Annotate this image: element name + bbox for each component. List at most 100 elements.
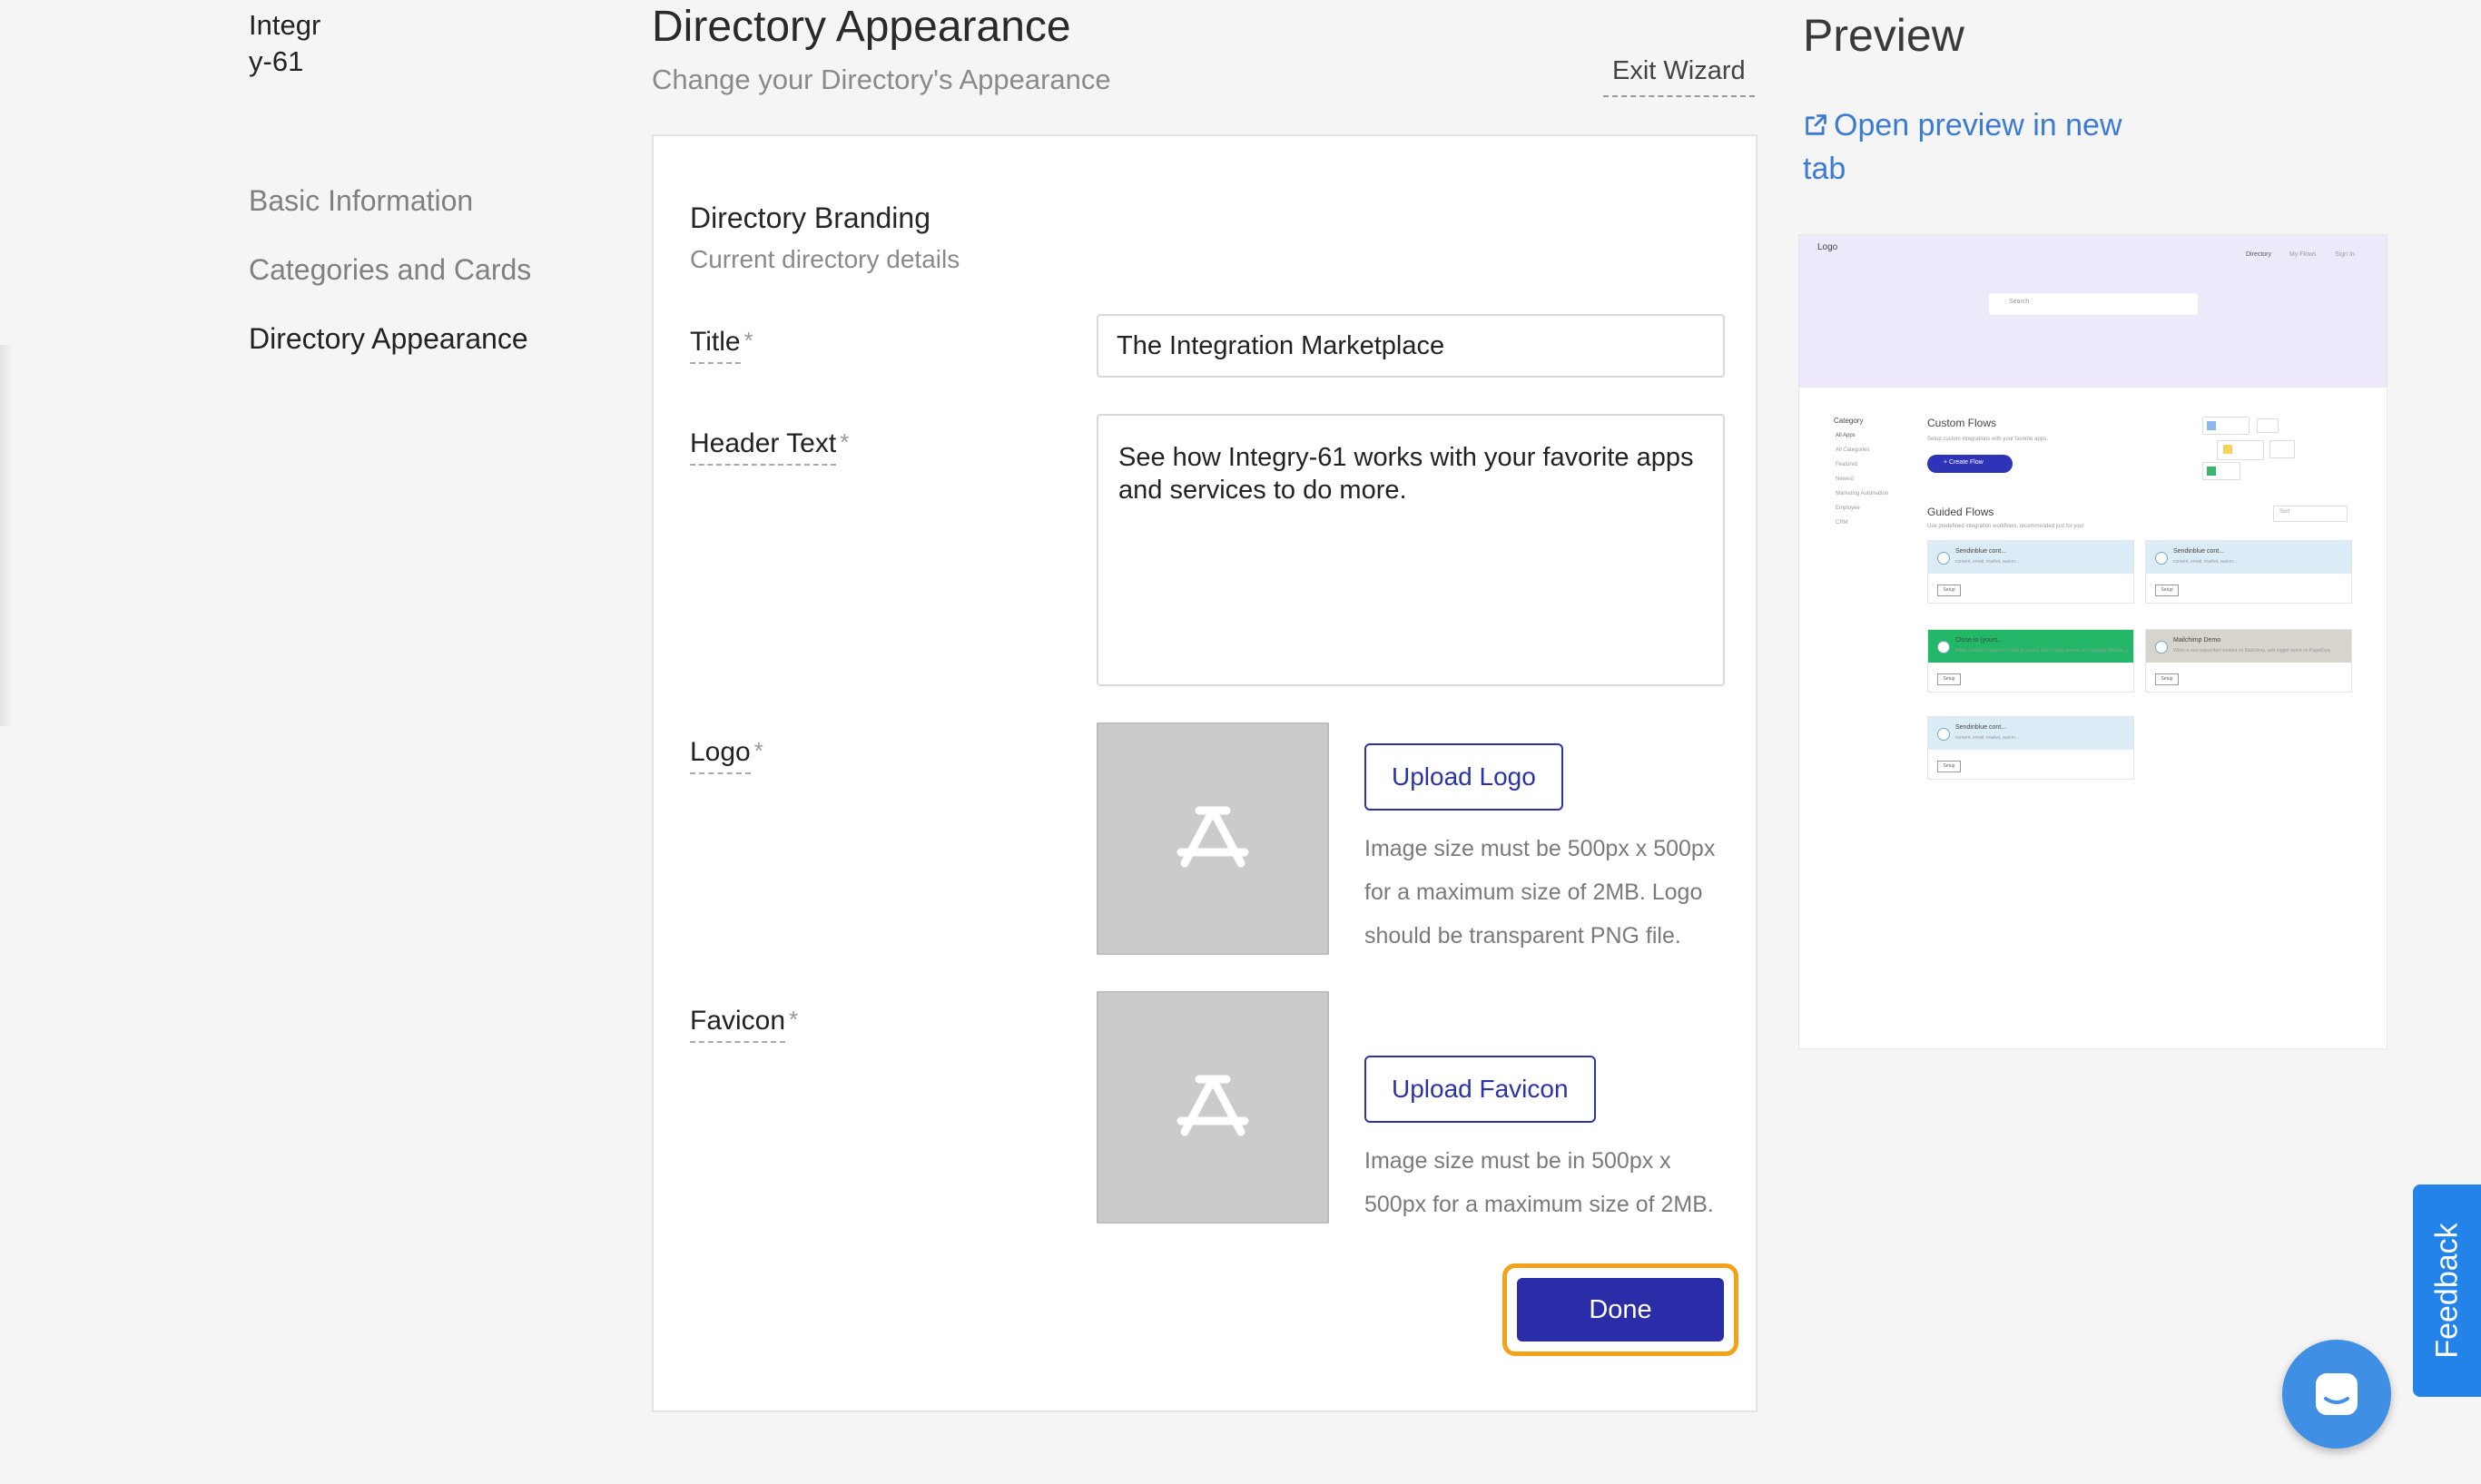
thumb-search: Search [1989,293,2198,315]
app-placeholder-icon [1177,1075,1249,1136]
required-mark: * [753,737,763,764]
page-title: Directory Appearance [652,3,1071,51]
thumb-flow-card-sub: content, email, market, autom... [2173,559,2238,565]
thumb-decoration-2 [2257,418,2279,433]
favicon-label: Favicon * [690,1006,799,1043]
chat-icon [2316,1373,2358,1415]
thumb-app-icon [1937,641,1950,654]
preview-title: Preview [1803,10,1964,61]
thumb-category-0: All Apps [1836,433,1856,438]
thumb-nav-my-flows: My Flows [2289,251,2317,258]
thumb-create-flow-button: + Create Flow [1927,455,2013,473]
header-text-label-text: Header Text [690,428,837,466]
thumb-guided-flows-sub: Use predefined integration workflows, re… [1927,524,2084,529]
thumb-flow-card-button: Setup [2155,585,2179,596]
thumb-category-3: Newest [1836,477,1855,482]
thumb-app-icon [2155,552,2168,565]
thumb-category-5: Employee [1836,506,1860,511]
upload-logo-button[interactable]: Upload Logo [1364,743,1563,811]
upload-favicon-button[interactable]: Upload Favicon [1364,1056,1596,1123]
thumb-flow-card-header: Close.io (yours... When Contact Created i… [1928,630,2133,663]
logo-label-text: Logo [690,737,751,774]
thumb-decoration-5 [2202,462,2240,480]
thumb-nav-sign-in: Sign In [2335,251,2355,258]
favicon-label-text: Favicon [690,1006,786,1043]
thumb-search-placeholder: Search [2009,299,2030,305]
page-edge-shadow [0,345,13,726]
thumb-sort-select: Sort [2273,506,2348,522]
thumb-flow-card-sub: When a new subscriber created on Mailchi… [2173,648,2331,654]
thumb-flow-card-title: Sendinblue cont... [1955,724,2007,731]
thumb-flow-card: Close.io (yours... When Contact Created i… [1927,629,2134,693]
required-mark: * [743,327,753,354]
thumb-guided-flows-title: Guided Flows [1927,506,1994,518]
org-name-line-2: y-61 [249,45,304,77]
chat-launcher-button[interactable] [2282,1340,2391,1449]
step-basic-information[interactable]: Basic Information [249,176,531,245]
thumb-flow-card-title: Close.io (yours... [1955,637,2004,644]
header-text-label: Header Text * [690,428,850,466]
open-preview-link[interactable]: Open preview in new tab [1803,103,2166,191]
thumb-custom-flows-title: Custom Flows [1927,417,1997,429]
thumb-decoration-4 [2269,440,2295,458]
feedback-label: Feedback [2429,1223,2464,1359]
org-name: Integr y-61 [249,7,320,80]
thumb-sort-label: Sort [2279,509,2290,515]
section-subtitle: Current directory details [690,245,960,273]
favicon-hint: Image size must be in 500px x 500px for … [1364,1148,1714,1217]
step-categories-and-cards[interactable]: Categories and Cards [249,245,531,314]
thumb-flow-card-sub: content, email, market, autom... [1955,735,2020,741]
step-directory-appearance[interactable]: Directory Appearance [249,314,531,383]
thumb-flow-card: Sendinblue cont... content, email, market… [2145,540,2352,604]
logo-hint: Image size must be 500px x 500px for a m… [1364,836,1716,948]
thumb-custom-flows-sub: Setup custom integrations with your favo… [1927,437,2048,442]
thumb-flow-card-title: Sendinblue cont... [2173,548,2225,555]
thumb-flow-card-header: Mailchimp Demo When a new subscriber crea… [2146,630,2351,663]
thumb-decoration-1 [2202,417,2250,435]
logo-label: Logo * [690,737,763,774]
page-subtitle: Change your Directory's Appearance [652,64,1111,95]
thumb-flow-card-sub: content, email, market, autom... [1955,559,2020,565]
thumb-flow-card: Sendinblue cont... content, email, market… [1927,540,2134,604]
thumb-flow-card-button: Setup [1937,673,1961,685]
app-placeholder-icon [1177,806,1249,868]
required-mark: * [840,428,850,456]
thumb-app-icon [1937,552,1950,565]
thumb-flow-card-button: Setup [2155,673,2179,685]
thumb-flow-card: Sendinblue cont... content, email, market… [1927,716,2134,780]
thumb-flow-card-header: Sendinblue cont... content, email, market… [1928,541,2133,574]
title-input[interactable] [1097,314,1725,378]
thumb-nav-directory: Directory [2246,251,2272,258]
favicon-preview [1097,991,1329,1224]
thumb-flow-card-title: Mailchimp Demo [2173,637,2221,644]
thumb-category-6: CRM [1836,520,1848,526]
header-text-textarea[interactable]: See how Integry-61 works with your favor… [1097,414,1725,686]
feedback-tab[interactable]: Feedback [2413,1184,2481,1397]
section-title: Directory Branding [690,201,930,234]
title-label: Title * [690,327,753,364]
required-mark: * [789,1006,799,1033]
thumb-flow-card-header: Sendinblue cont... content, email, market… [1928,717,2133,750]
exit-wizard-link[interactable]: Exit Wizard [1603,56,1755,97]
org-name-line-1: Integr [249,9,321,41]
thumb-flow-card-button: Setup [1937,761,1961,772]
thumb-flow-card-header: Sendinblue cont... content, email, market… [2146,541,2351,574]
thumb-flow-card-button: Setup [1937,585,1961,596]
thumb-logo: Logo [1817,242,1838,252]
open-preview-link-text: Open preview in new tab [1803,108,2122,186]
thumb-decoration-3 [2217,440,2264,460]
thumb-app-icon [2155,641,2168,654]
logo-preview [1097,722,1329,955]
done-button[interactable]: Done [1517,1278,1724,1341]
thumb-flow-card-title: Sendinblue cont... [1955,548,2007,555]
thumb-create-flow-label: + Create Flow [1944,459,1984,466]
thumb-category-2: Featured [1836,462,1858,467]
thumb-category-1: All Categories [1836,447,1870,453]
title-label-text: Title [690,327,741,364]
thumb-sidebar-heading: Category [1834,417,1864,425]
thumb-flow-card: Mailchimp Demo When a new subscriber crea… [2145,629,2352,693]
directory-preview-thumbnail: Logo Directory My Flows Sign In Search C… [1798,234,2387,1049]
thumb-app-icon [1937,728,1950,741]
thumb-category-4: Marketing Automation [1836,491,1889,496]
wizard-steps-nav: Basic Information Categories and Cards D… [249,176,531,383]
